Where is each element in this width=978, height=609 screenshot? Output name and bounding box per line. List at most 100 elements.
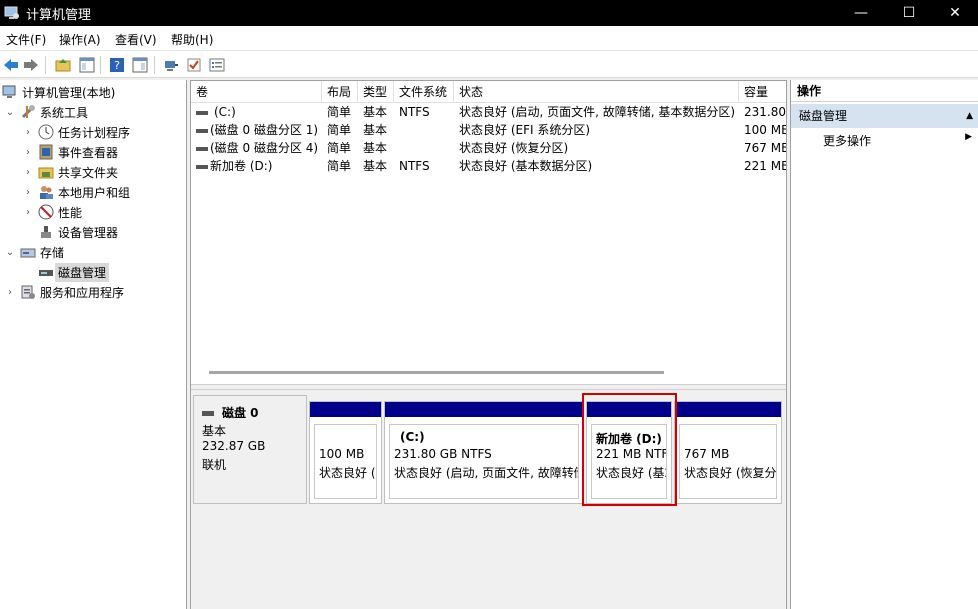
disk-status: 联机 (202, 458, 227, 472)
caret-right-icon[interactable]: ▶ (965, 132, 972, 142)
chevron-down-icon[interactable]: ⌄ (4, 246, 16, 258)
partition-stripe (385, 402, 583, 417)
tree-item-label: 共享文件夹 (58, 165, 119, 180)
tree-item-local-users[interactable]: › 本地用户和组 (22, 182, 130, 202)
tree-item-performance[interactable]: › 性能 (22, 202, 82, 222)
help-icon[interactable]: ? (108, 56, 126, 74)
tree-item-storage[interactable]: ⌄ 存储 (4, 242, 64, 262)
cell-type: 基本 (363, 105, 388, 119)
table-row[interactable]: (磁盘 0 磁盘分区 4) 简单 基本 状态良好 (恢复分区) 767 ME (191, 139, 786, 157)
chevron-right-icon[interactable]: › (22, 166, 34, 178)
tree-item-label: 磁盘管理 (55, 262, 110, 282)
close-button[interactable]: ✕ (932, 0, 978, 26)
device-manager-icon (38, 224, 54, 240)
disk-0-label[interactable]: 磁盘 0 基本 232.87 GB 联机 (193, 395, 307, 504)
tree-item-device-manager[interactable]: 设备管理器 (38, 222, 118, 242)
table-row[interactable]: (磁盘 0 磁盘分区 1) 简单 基本 状态良好 (EFI 系统分区) 100 … (191, 121, 786, 139)
partition-efi[interactable]: 100 MB 状态良好 (E (309, 401, 382, 504)
shared-folder-icon (38, 164, 54, 180)
cell-status: 状态良好 (EFI 系统分区) (459, 123, 591, 137)
toolbar-separator (100, 56, 101, 74)
computer-management-icon (2, 84, 18, 100)
menu-action[interactable]: 操作(A) (59, 31, 101, 48)
tree-item-system-tools[interactable]: ⌄ 系统工具 (4, 102, 88, 122)
back-arrow-icon[interactable] (2, 56, 20, 74)
column-header-filesystem[interactable]: 文件系统 (394, 81, 454, 103)
highlight-box (582, 393, 677, 506)
tree-item-label: 任务计划程序 (58, 125, 131, 140)
cell-volume: (C:) (191, 103, 322, 121)
menu-help[interactable]: 帮助(H) (171, 31, 213, 48)
menu-file[interactable]: 文件(F) (6, 31, 46, 48)
cell-status: 状态良好 (基本数据分区) (459, 159, 593, 173)
volume-table-header: 卷 布局 类型 文件系统 状态 容量 (191, 81, 786, 103)
cell-layout: 简单 (327, 141, 352, 155)
actions-section-disk-management[interactable]: 磁盘管理 ▲ (791, 104, 978, 128)
properties-icon[interactable] (131, 56, 149, 74)
clock-icon (38, 124, 54, 140)
cell-capacity: 100 ME (744, 123, 786, 137)
column-header-status[interactable]: 状态 (454, 81, 739, 103)
partition-c[interactable]: (C:) 231.80 GB NTFS 状态良好 (启动, 页面文件, 故障转储 (384, 401, 584, 504)
table-row[interactable]: 新加卷 (D:) 简单 基本 NTFS 状态良好 (基本数据分区) 221 ME (191, 157, 786, 175)
tree-item-label: 设备管理器 (58, 225, 119, 240)
list-icon[interactable] (208, 56, 226, 74)
no-entry-icon (38, 204, 54, 220)
cell-capacity: 231.80 (744, 105, 786, 119)
actions-pane: 操作 磁盘管理 ▲ 更多操作 ▶ (790, 80, 978, 609)
cell-filesystem: NTFS (399, 105, 430, 119)
partition-size: 100 MB (319, 447, 365, 461)
chevron-right-icon[interactable]: › (4, 286, 16, 298)
forward-arrow-icon[interactable] (22, 56, 40, 74)
chevron-right-icon[interactable]: › (22, 206, 34, 218)
title-bar: 计算机管理 — ☐ ✕ (0, 0, 978, 26)
volume-icon (196, 110, 208, 115)
tree-item-label: 性能 (58, 205, 83, 220)
chevron-right-icon[interactable]: › (22, 186, 34, 198)
partition-body: 100 MB 状态良好 (E (314, 424, 377, 499)
cell-status: 状态良好 (启动, 页面文件, 故障转储, 基本数据分区) (459, 105, 736, 119)
maximize-button[interactable]: ☐ (886, 0, 932, 26)
chevron-down-icon[interactable]: ⌄ (4, 106, 16, 118)
partition-recovery[interactable]: 767 MB 状态良好 (恢复分 (674, 401, 782, 504)
cell-type: 基本 (363, 141, 388, 155)
up-folder-icon[interactable] (54, 56, 72, 74)
storage-icon (20, 244, 36, 260)
column-header-capacity[interactable]: 容量 (739, 81, 786, 103)
chevron-right-icon[interactable]: › (22, 146, 34, 158)
tree-item-label: 系统工具 (40, 105, 89, 120)
tree-item-event-viewer[interactable]: › 事件查看器 (22, 142, 118, 162)
users-icon (38, 184, 54, 200)
column-header-layout[interactable]: 布局 (322, 81, 358, 103)
tree-item-task-scheduler[interactable]: › 任务计划程序 (22, 122, 130, 142)
tree-item-label: 本地用户和组 (58, 185, 131, 200)
navigation-tree: 计算机管理(本地) ⌄ 系统工具 › 任务计划程序 › 事件查看器 › 共享文件… (0, 80, 187, 609)
cell-layout: 简单 (327, 123, 352, 137)
show-tree-icon[interactable] (78, 56, 96, 74)
table-row[interactable]: (C:) 简单 基本 NTFS 状态良好 (启动, 页面文件, 故障转储, 基本… (191, 103, 786, 121)
cell-status: 状态良好 (恢复分区) (459, 141, 569, 155)
column-header-type[interactable]: 类型 (358, 81, 394, 103)
minimize-button[interactable]: — (838, 0, 884, 26)
cell-volume: (磁盘 0 磁盘分区 1) (191, 121, 322, 139)
partition-body: (C:) 231.80 GB NTFS 状态良好 (启动, 页面文件, 故障转储 (389, 424, 579, 499)
partition-size: 767 MB (684, 447, 730, 461)
chevron-right-icon[interactable]: › (22, 126, 34, 138)
caret-up-icon[interactable]: ▲ (966, 104, 973, 128)
tree-item-disk-management[interactable]: 磁盘管理 (38, 262, 110, 282)
more-actions-item[interactable]: 更多操作 (823, 132, 871, 149)
tree-item-root[interactable]: 计算机管理(本地) (2, 82, 115, 102)
volume-icon (196, 146, 208, 151)
column-header-volume[interactable]: 卷 (191, 81, 322, 103)
cell-filesystem (394, 121, 454, 139)
menu-view[interactable]: 查看(V) (115, 31, 157, 48)
tree-item-shared-folders[interactable]: › 共享文件夹 (22, 162, 118, 182)
check-icon[interactable] (185, 56, 203, 74)
tree-item-label: 服务和应用程序 (40, 285, 125, 300)
tree-item-services-apps[interactable]: › 服务和应用程序 (4, 282, 124, 302)
disk-name: 磁盘 0 (202, 404, 259, 421)
partition-size: 231.80 GB NTFS (394, 447, 492, 461)
horizontal-scrollbar[interactable] (209, 371, 664, 374)
connect-icon[interactable] (162, 56, 180, 74)
tree-item-label: 计算机管理(本地) (22, 85, 116, 100)
